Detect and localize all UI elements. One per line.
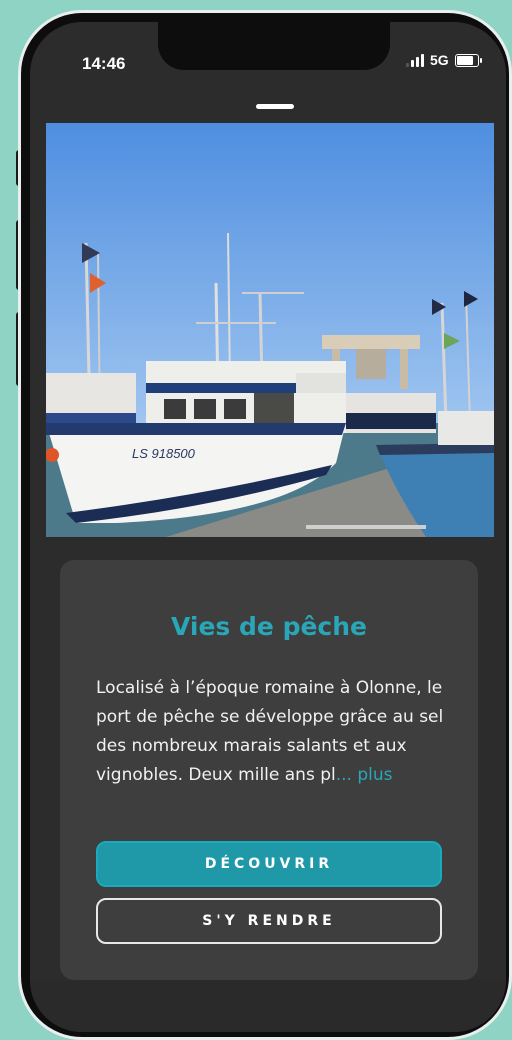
read-more-link[interactable]: ... plus bbox=[336, 765, 393, 785]
poi-card: Vies de pêche Localisé à l’époque romain… bbox=[60, 560, 478, 980]
sheet-drag-handle[interactable] bbox=[256, 104, 294, 109]
signal-icon bbox=[406, 53, 424, 67]
boat-registration: LS 918500 bbox=[132, 446, 196, 461]
directions-button[interactable]: S'Y RENDRE bbox=[96, 898, 442, 944]
battery-icon bbox=[454, 53, 482, 67]
phone-screen: 14:46 5G LS 918500 Vies de pêche Localis… bbox=[30, 22, 506, 1032]
discover-button[interactable]: DÉCOUVRIR bbox=[96, 841, 442, 887]
poi-description: Localisé à l’époque romaine à Olonne, le… bbox=[96, 674, 452, 790]
network-type: 5G bbox=[430, 52, 449, 68]
phone-notch bbox=[158, 22, 390, 70]
status-time: 14:46 bbox=[82, 54, 126, 73]
bottom-bar bbox=[30, 980, 506, 1032]
status-icons: 5G bbox=[406, 52, 482, 68]
poi-title: Vies de pêche bbox=[171, 612, 367, 641]
harbor-photo: LS 918500 bbox=[46, 123, 494, 537]
